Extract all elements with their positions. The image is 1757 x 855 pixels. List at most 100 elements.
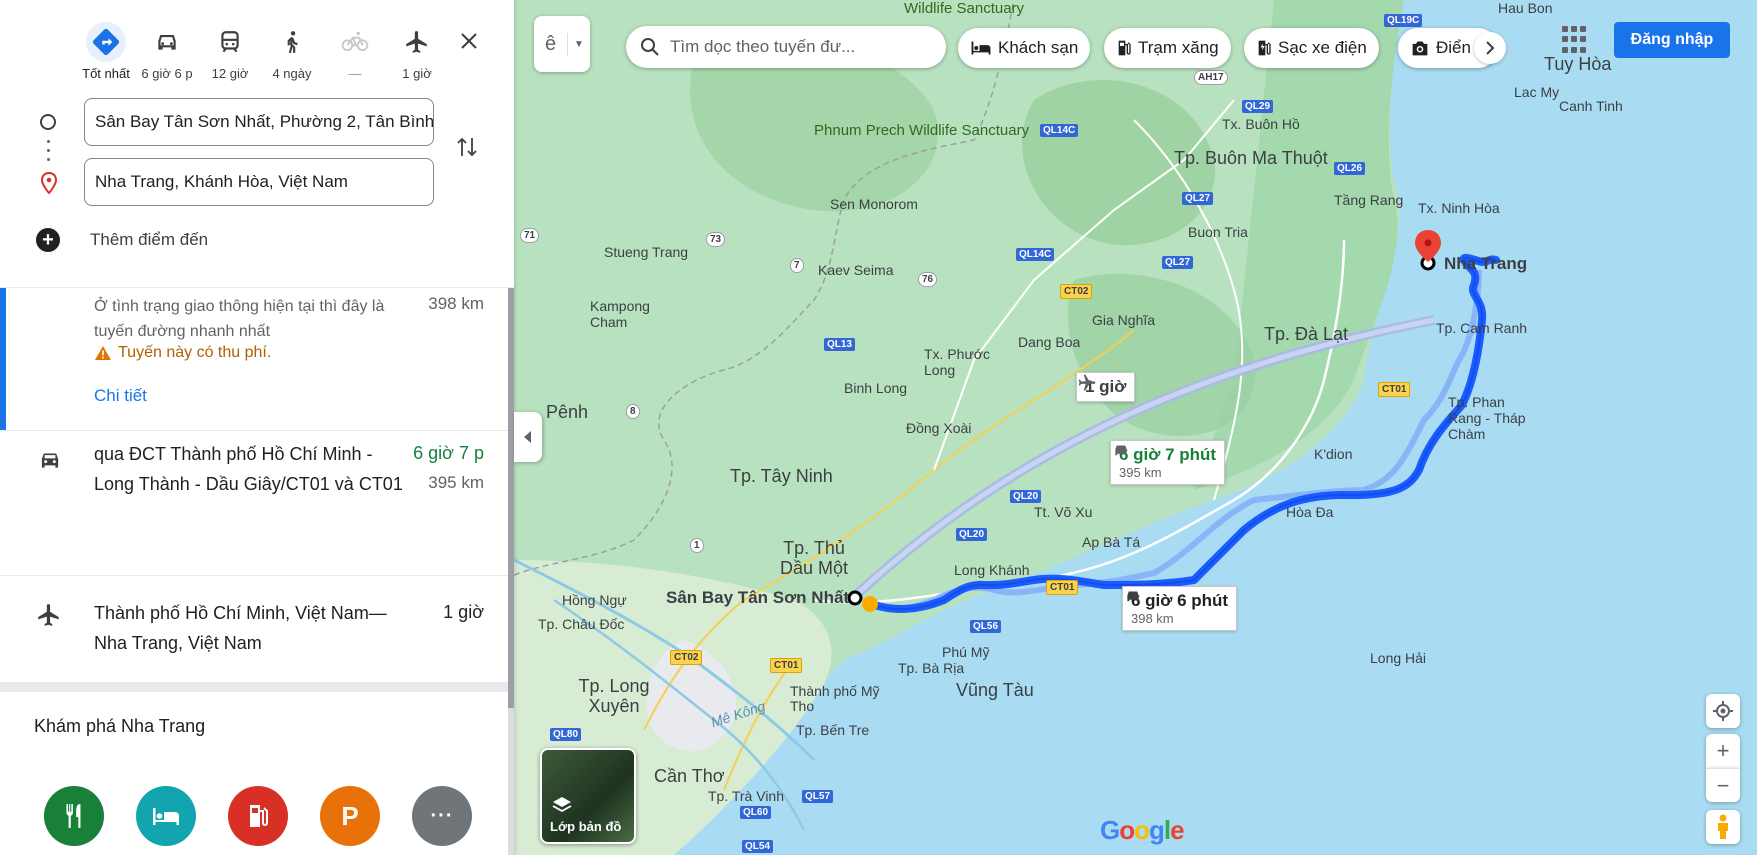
route-alt-callout[interactable]: 6 giờ 7 phút 395 km [1110, 440, 1226, 485]
mode-best[interactable]: Tốt nhất [74, 22, 138, 81]
gas-station-icon [250, 805, 268, 827]
route-alt-callout-time: 6 giờ 7 phút [1119, 445, 1217, 464]
mode-flight[interactable]: 1 giờ [385, 22, 449, 81]
mode-transit[interactable]: 12 giờ [198, 22, 262, 81]
route-best-callout[interactable]: 6 giờ 6 phút 398 km [1122, 586, 1238, 631]
explore-restaurants-button[interactable] [44, 786, 104, 846]
road-shield: 8 [626, 404, 640, 419]
close-icon [461, 33, 477, 49]
directions-panel: Tốt nhất 6 giờ 6 p 12 giờ 4 ngày — 1 giờ… [0, 0, 514, 855]
chip-hotels[interactable]: Khách sạn [958, 28, 1091, 68]
zoom-out-button[interactable]: − [1706, 768, 1740, 802]
map-label: Kampong Cham [590, 298, 650, 330]
scrollbar-thumb[interactable] [508, 288, 514, 708]
chip-label: Trạm xăng [1138, 38, 1219, 57]
transit-icon [210, 22, 250, 62]
car-icon [36, 447, 64, 478]
map-layers-label: Lớp bản đồ [550, 819, 622, 834]
minus-icon: − [1716, 772, 1730, 798]
mode-walking[interactable]: 4 ngày [260, 22, 324, 81]
route-name: Thành phố Hồ Chí Minh, Việt Nam—Nha Tran… [94, 603, 387, 653]
street-view-pegman[interactable] [1706, 810, 1740, 844]
route-option-alt[interactable]: qua ĐCT Thành phố Hồ Chí Minh - Long Thà… [0, 431, 514, 575]
chip-label: Điển [1436, 38, 1471, 57]
chip-label: Sạc xe điện [1278, 38, 1367, 57]
map-label: Tp. Trà Vinh [708, 788, 785, 804]
map-label: Pênh [546, 402, 589, 422]
route-option-best[interactable]: Ở tình trạng giao thông hiện tại thì đây… [0, 288, 514, 430]
map-label: Tp. Đà Lạt [1264, 324, 1349, 344]
explore-title: Khám phá Nha Trang [34, 716, 206, 736]
map-label: Stueng Trang [604, 244, 689, 260]
walk-icon [272, 22, 312, 62]
route-alt-callout-distance: 395 km [1119, 465, 1162, 480]
route-description: Ở tình trạng giao thông hiện tại thì đây… [94, 298, 385, 340]
bike-icon [335, 22, 375, 62]
flight-callout[interactable]: 1 giờ [1076, 372, 1136, 402]
map-label: Tp. Bà Rịa [898, 660, 965, 676]
route-time: 6 giờ 7 p [413, 443, 484, 463]
swap-waypoints-button[interactable] [455, 134, 479, 165]
chip-gas-stations[interactable]: Trạm xăng [1104, 28, 1231, 68]
destination-field[interactable]: Nha Trang, Khánh Hòa, Việt Nam [84, 158, 434, 206]
map-canvas[interactable]: Hau Bon Tuy Hòa Lac My Canh Tinh Tx. Buô… [514, 0, 1757, 855]
map-label: Tp. Châu Đốc [538, 616, 625, 632]
map-label: Tx. Ninh Hòa [1418, 200, 1500, 216]
explore-more-button[interactable]: ··· [412, 786, 472, 846]
map-label: Kaev Seima [818, 262, 894, 278]
map-label: Buon Tria [1188, 224, 1248, 240]
road-shield: 73 [706, 232, 726, 247]
google-logo: Google [1100, 815, 1185, 845]
close-directions-button[interactable] [452, 24, 486, 58]
chips-scroll-right-button[interactable] [1474, 32, 1506, 64]
destination-pin-icon [40, 171, 58, 199]
map-label: Tp. Buôn Ma Thuột [1174, 148, 1328, 168]
waypoint-connector-dot [47, 140, 50, 143]
mode-driving[interactable]: 6 giờ 6 p [135, 22, 199, 81]
map-label: Canh Tinh [1559, 98, 1623, 114]
scrollbar[interactable] [508, 288, 514, 855]
map-label: Cần Thơ [654, 766, 725, 786]
map-label: Vũng Tàu [956, 680, 1034, 700]
collapse-panel-button[interactable] [514, 412, 542, 462]
map-type-toggle[interactable]: ê ▼ [534, 16, 590, 72]
map-label: Tp. Cam Ranh [1436, 320, 1528, 336]
layers-icon [552, 797, 572, 813]
explore-gas-button[interactable] [228, 786, 288, 846]
map-label: Đồng Xoài [906, 420, 972, 436]
google-apps-button[interactable] [1562, 26, 1590, 54]
flight-icon [397, 22, 437, 62]
route-option-flight[interactable]: Thành phố Hồ Chí Minh, Việt Nam—Nha Tran… [0, 576, 514, 682]
search-along-route-input[interactable]: Tìm dọc theo tuyến đư... [626, 26, 946, 68]
road-shield: CT02 [670, 650, 703, 665]
chip-ev-charging[interactable]: Sạc xe điện [1244, 28, 1379, 68]
map-label: Long Hải [1370, 650, 1427, 666]
map-label: Phnum Prech Wildlife Sanctuary [814, 122, 1030, 139]
map-label: Tp. Thủ Dầu Một [779, 538, 849, 578]
road-shield: 71 [520, 228, 540, 243]
add-destination-button[interactable]: + Thêm điểm đến [36, 228, 208, 252]
explore-hotels-button[interactable] [136, 786, 196, 846]
sign-in-button[interactable]: Đăng nhập [1614, 22, 1730, 58]
toll-warning-text: Tuyến này có thu phí. [118, 344, 272, 361]
warning-icon [95, 346, 111, 360]
crosshair-icon [1713, 701, 1733, 721]
origin-circle-icon [40, 114, 56, 130]
explore-parking-button[interactable]: P [320, 786, 380, 846]
road-shield: QL27 [1162, 256, 1194, 269]
road-shield: CT01 [1046, 580, 1079, 595]
road-shield: QL20 [956, 528, 988, 541]
map-layers-button[interactable]: Lớp bản đồ [540, 748, 636, 844]
zoom-in-button[interactable]: + [1706, 734, 1740, 768]
road-shield: 76 [918, 272, 938, 287]
search-icon [641, 38, 659, 56]
route-details-link[interactable]: Chi tiết [94, 386, 147, 406]
map-label: Tt. Võ Xu [1034, 504, 1093, 520]
road-shield: QL60 [740, 806, 772, 819]
mode-bicycle[interactable]: — [323, 22, 387, 81]
my-location-button[interactable] [1706, 694, 1740, 728]
origin-field[interactable]: Sân Bay Tân Sơn Nhất, Phường 2, Tân Bình [84, 98, 434, 146]
map-label: Hòa Đa [1286, 504, 1334, 520]
restaurant-icon [66, 804, 81, 828]
route-time: 1 giờ [443, 602, 484, 622]
